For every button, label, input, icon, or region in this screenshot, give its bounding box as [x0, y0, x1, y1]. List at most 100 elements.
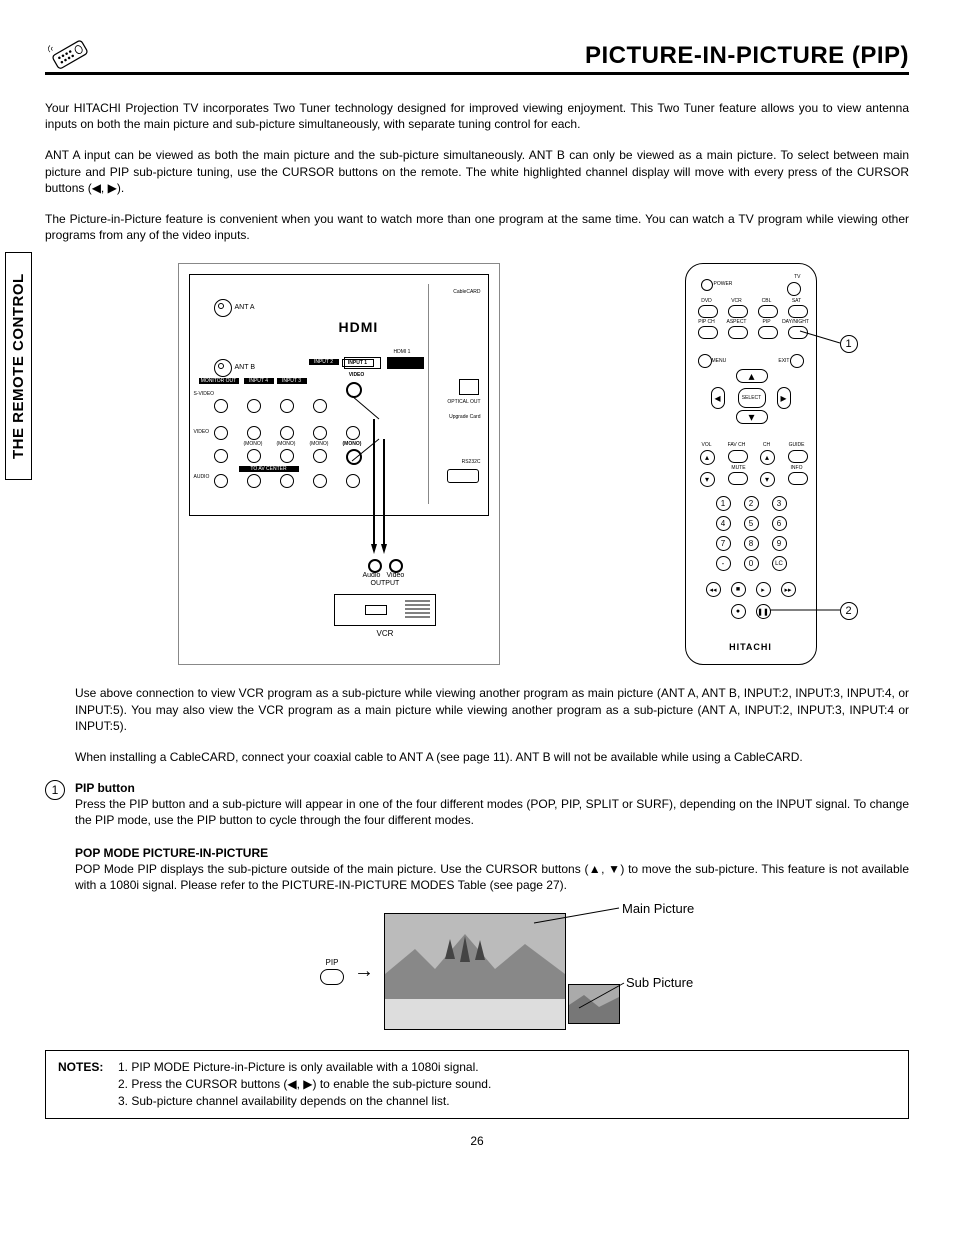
remote-diagram: POWER TV DVD VCR CBL SAT PIP CH ASPECT P… — [685, 263, 817, 665]
tv-label: TV — [794, 274, 800, 280]
back-panel-diagram: ANT A HDMI HDMI 1 INPUT 2 INPUT 1 ANT B … — [178, 263, 500, 665]
power-button — [701, 279, 713, 291]
num-1: 1 — [716, 496, 731, 511]
output-label: OUTPUT — [371, 580, 400, 587]
input1-label: INPUT 1 — [342, 359, 374, 367]
favch-button — [728, 450, 748, 463]
jack — [313, 449, 327, 463]
vcr-label: VCR — [728, 298, 746, 304]
ant-a-jack — [214, 299, 232, 317]
num-5: 5 — [744, 516, 759, 531]
mono-label: (MONO) — [244, 441, 263, 447]
num-6: 6 — [772, 516, 787, 531]
jack — [280, 449, 294, 463]
ff-button: ▸▸ — [781, 582, 796, 597]
main-picture-frame — [384, 913, 566, 1030]
section-pip-button: 1 PIP button Press the PIP button and a … — [45, 780, 909, 893]
stop-button: ■ — [731, 582, 746, 597]
notes-head: NOTES: — [58, 1059, 118, 1109]
video-label: VIDEO — [194, 429, 210, 435]
remote-icon — [45, 40, 95, 70]
audio-label: AUDIO — [194, 474, 210, 480]
cablecard-label: CableCARD — [453, 289, 480, 295]
num-2: 2 — [744, 496, 759, 511]
hdmi-logo: HDMI — [339, 319, 379, 335]
note-3: 3. Sub-picture channel availability depe… — [118, 1093, 491, 1110]
mute-label: MUTE — [730, 465, 748, 471]
optical-label: OPTICAL OUT — [447, 399, 480, 405]
rec-button: ● — [731, 604, 746, 619]
select-button: SELECT — [738, 388, 766, 408]
guide-button — [788, 450, 808, 463]
menu-button — [698, 354, 712, 368]
vol-label: VOL — [698, 442, 716, 448]
intro-para-2: ANT A input can be viewed as both the ma… — [45, 147, 909, 196]
svideo-label: S-VIDEO — [194, 391, 215, 397]
main-picture-label: Main Picture — [622, 901, 694, 916]
sub-picture-frame — [568, 984, 620, 1024]
cablecard-para: When installing a CableCARD, connect you… — [75, 749, 909, 765]
favch-label: FAV CH — [726, 442, 748, 448]
cursor-right: ▸ — [777, 387, 791, 409]
ant-a-label: ANT A — [235, 304, 255, 311]
num-4: 4 — [716, 516, 731, 531]
pipch-label: PIP CH — [696, 319, 718, 325]
remote-wrapper: POWER TV DVD VCR CBL SAT PIP CH ASPECT P… — [685, 263, 817, 665]
pip-demo: PIP → — [45, 913, 909, 1030]
info-label: INFO — [788, 465, 806, 471]
vcr-box — [334, 594, 436, 626]
intro-para-3: The Picture-in-Picture feature is conven… — [45, 211, 909, 243]
page-header: PICTURE-IN-PICTURE (PIP) — [45, 40, 909, 75]
ch-label: CH — [758, 442, 776, 448]
aspect-button — [728, 326, 748, 339]
jack — [214, 474, 228, 488]
cursor-up: ▴ — [736, 369, 768, 383]
cursor-left: ◂ — [711, 387, 725, 409]
cbl-label: CBL — [758, 298, 776, 304]
ch-down: ▾ — [760, 472, 775, 487]
upgrade-label: Upgrade Card — [449, 414, 480, 420]
card-slot — [459, 379, 479, 395]
num-dash: - — [716, 556, 731, 571]
jack — [346, 474, 360, 488]
video-row-label: VIDEO — [343, 372, 371, 378]
section-num-1: 1 — [45, 780, 65, 800]
jack — [313, 399, 327, 413]
jack — [280, 399, 294, 413]
jack — [313, 426, 327, 440]
page-title: PICTURE-IN-PICTURE (PIP) — [585, 42, 909, 70]
sub-picture-label: Sub Picture — [626, 975, 693, 990]
rs232-port — [447, 469, 479, 483]
monitor-label: MONITOR OUT — [199, 378, 239, 384]
pip-button-head: PIP button — [75, 781, 135, 795]
ant-b-label: ANT B — [235, 364, 256, 371]
input3-label: INPUT 3 — [277, 378, 307, 384]
mono-label: (MONO) — [310, 441, 329, 447]
arrow-icon: → — [354, 960, 374, 983]
menu-label: MENU — [712, 358, 727, 364]
video-out-jack — [389, 559, 403, 573]
audio-out-label: Audio — [363, 572, 381, 579]
dvd-button — [698, 305, 718, 318]
ch-up: ▴ — [760, 450, 775, 465]
jack — [247, 426, 261, 440]
jack — [214, 399, 228, 413]
pip-button-body: Press the PIP button and a sub-picture w… — [75, 797, 909, 827]
sat-label: SAT — [788, 298, 806, 304]
pip-demo-btn-label: PIP — [320, 958, 344, 967]
power-label: POWER — [714, 281, 733, 287]
input2-label: INPUT 2 — [309, 359, 339, 365]
pipch-button — [698, 326, 718, 339]
jack — [280, 426, 294, 440]
vol-down: ▾ — [700, 472, 715, 487]
mute-button — [728, 472, 748, 485]
rs232c-label: RS232C — [462, 459, 481, 465]
jack — [214, 449, 228, 463]
dvd-label: DVD — [698, 298, 716, 304]
page-number: 26 — [45, 1134, 909, 1148]
jack — [313, 474, 327, 488]
info-button — [788, 472, 808, 485]
num-0: 0 — [744, 556, 759, 571]
num-9: 9 — [772, 536, 787, 551]
input4-label: INPUT 4 — [244, 378, 274, 384]
